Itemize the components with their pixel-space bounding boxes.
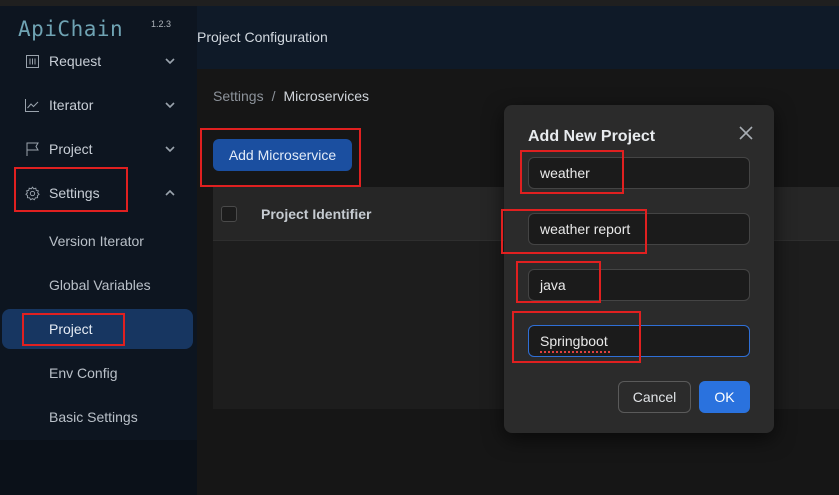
request-icon xyxy=(24,53,40,69)
sidebar-subitem-global-variables[interactable]: Global Variables xyxy=(0,265,197,305)
spellcheck-underline xyxy=(540,351,610,353)
breadcrumb-separator: / xyxy=(271,88,276,104)
flag-icon xyxy=(24,141,40,157)
sidebar-subitem-label: Env Config xyxy=(49,365,118,381)
sidebar-item-project[interactable]: Project xyxy=(0,129,197,169)
cancel-button[interactable]: Cancel xyxy=(618,381,691,413)
chevron-up-icon xyxy=(165,189,175,196)
sidebar-subitem-label: Global Variables xyxy=(49,277,151,293)
sidebar-item-settings[interactable]: Settings xyxy=(0,173,197,213)
breadcrumb: Settings / Microservices xyxy=(213,88,369,104)
sidebar-item-iterator[interactable]: Iterator xyxy=(0,85,197,125)
breadcrumb-current: Microservices xyxy=(283,88,370,104)
sidebar-item-label: Project xyxy=(49,141,93,157)
sidebar-item-label: Request xyxy=(49,53,102,69)
sidebar-subitem-label: Version Iterator xyxy=(49,233,144,249)
project-identifier-input[interactable]: weather xyxy=(528,157,750,189)
sidebar-subitem-label: Project xyxy=(49,321,93,337)
chevron-down-icon xyxy=(165,102,175,109)
app-version: 1.2.3 xyxy=(151,19,172,29)
sidebar-subitem-label: Basic Settings xyxy=(49,409,138,425)
sidebar-footer xyxy=(0,440,197,495)
add-microservice-button[interactable]: Add Microservice xyxy=(213,139,352,171)
sidebar-item-request[interactable]: Request xyxy=(0,41,197,81)
project-name-input[interactable]: weather report xyxy=(528,213,750,245)
sidebar-subitem-basic-settings[interactable]: Basic Settings xyxy=(0,397,197,437)
page-title: Project Configuration xyxy=(197,29,328,45)
chevron-down-icon xyxy=(165,146,175,153)
breadcrumb-root[interactable]: Settings xyxy=(213,88,264,104)
sidebar-item-label: Iterator xyxy=(49,97,94,113)
chevron-down-icon xyxy=(165,58,175,65)
sidebar-subitem-version-iterator[interactable]: Version Iterator xyxy=(0,221,197,261)
ok-button[interactable]: OK xyxy=(699,381,750,413)
close-icon[interactable] xyxy=(737,124,755,142)
column-header-project-identifier[interactable]: Project Identifier xyxy=(261,206,371,222)
sidebar-subitem-project[interactable]: Project xyxy=(0,309,197,349)
programming-language-input[interactable]: java xyxy=(528,269,750,301)
dialog-title: Add New Project xyxy=(528,128,656,145)
sidebar-item-label: Settings xyxy=(49,185,100,201)
select-all-checkbox[interactable] xyxy=(221,206,237,222)
chart-icon xyxy=(24,97,40,113)
gear-icon xyxy=(24,185,40,201)
app-logo: ApiChain xyxy=(18,17,124,41)
sidebar-subitem-env-config[interactable]: Env Config xyxy=(0,353,197,393)
